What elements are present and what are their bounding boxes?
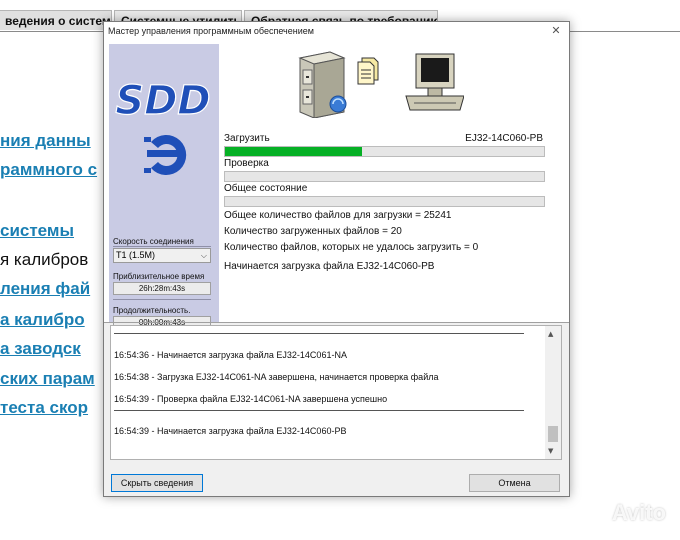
- logo-text: SDD: [115, 78, 210, 124]
- log-panel[interactable]: 16:54:36 - Начинается загрузка файла EJ3…: [110, 325, 562, 460]
- bg-text: я калибров: [0, 250, 89, 269]
- left-panel: SDD Скорость соединения T1 (1.5M) ⌵ Приб…: [109, 44, 219, 329]
- log-line: 16:54:36 - Начинается загрузка файла EJ3…: [114, 350, 347, 360]
- computer-icon: [405, 53, 464, 111]
- dialog-titlebar[interactable]: Мастер управления программным обеспечени…: [104, 22, 569, 42]
- estimated-time-value: 26h:28m:43s: [113, 282, 211, 295]
- tab-system-info[interactable]: ведения о системе: [0, 10, 112, 30]
- download-progress-fill: [225, 147, 363, 156]
- file-cabinet-icon: [298, 51, 347, 118]
- log-rule: [114, 333, 524, 334]
- bg-link-1[interactable]: ния данны: [0, 131, 91, 151]
- stat-total-files: Общее количество файлов для загрузки = 2…: [224, 210, 452, 221]
- log-rule: [114, 410, 524, 411]
- stat-current-file: Начинается загрузка файла EJ32-14C060-PB: [224, 261, 435, 272]
- chevron-down-icon[interactable]: ⌵: [201, 249, 207, 262]
- stat-failed-files: Количество файлов, которых не удалось за…: [224, 242, 479, 253]
- bg-link-2[interactable]: раммного с: [0, 160, 97, 180]
- log-scrollbar[interactable]: ▲ ▼: [545, 326, 561, 459]
- connection-speed-select[interactable]: T1 (1.5M) ⌵: [113, 248, 211, 263]
- download-label: Загрузить: [224, 133, 270, 144]
- duration-label: Продолжительность.: [113, 306, 191, 315]
- cancel-button[interactable]: Отмена: [469, 474, 560, 492]
- estimated-time-label: Приблизительное время: [113, 272, 205, 281]
- download-progress-bar: [224, 146, 545, 157]
- speed-separator: [113, 246, 211, 247]
- check-progress-bar: [224, 171, 545, 182]
- bg-link-5[interactable]: а калибро: [0, 310, 85, 330]
- dialog-title: Мастер управления программным обеспечени…: [108, 26, 314, 36]
- check-label: Проверка: [224, 158, 269, 169]
- bg-link-3[interactable]: системы: [0, 221, 74, 241]
- software-manager-dialog: Мастер управления программным обеспечени…: [103, 21, 570, 497]
- bg-link-8[interactable]: теста скор: [0, 398, 88, 418]
- bg-link-6[interactable]: а заводск: [0, 339, 81, 359]
- time-separator: [113, 299, 211, 300]
- log-line: 16:54:38 - Загрузка EJ32-14C061-NA завер…: [114, 372, 439, 382]
- log-line: 16:54:39 - Начинается загрузка файла EJ3…: [114, 426, 347, 436]
- scroll-thumb[interactable]: [548, 426, 558, 442]
- hide-details-button[interactable]: Скрыть сведения: [111, 474, 203, 492]
- overall-label: Общее состояние: [224, 183, 308, 194]
- download-file-name: EJ32-14C060-PB: [465, 133, 543, 144]
- bg-link-7[interactable]: ских парам: [0, 369, 95, 389]
- bg-link-4[interactable]: ления фай: [0, 279, 90, 299]
- sdd-logo-icon: SDD: [115, 77, 211, 175]
- overall-progress-bar: [224, 196, 545, 207]
- close-icon[interactable]: ✕: [549, 24, 563, 38]
- scroll-down-icon[interactable]: ▼: [548, 447, 553, 455]
- watermark-text: Avito: [611, 500, 666, 525]
- stat-loaded-files: Количество загруженных файлов = 20: [224, 226, 402, 237]
- connection-speed-label: Скорость соединения: [113, 237, 194, 246]
- avito-watermark: Avito: [612, 500, 666, 526]
- connection-speed-value: T1 (1.5M): [116, 250, 156, 260]
- dialog-separator: [104, 322, 569, 323]
- scroll-up-icon[interactable]: ▲: [548, 330, 553, 338]
- log-line: 16:54:39 - Проверка файла EJ32-14C061-NA…: [114, 394, 388, 404]
- document-icon: [357, 57, 379, 85]
- transfer-illustration: [298, 51, 464, 118]
